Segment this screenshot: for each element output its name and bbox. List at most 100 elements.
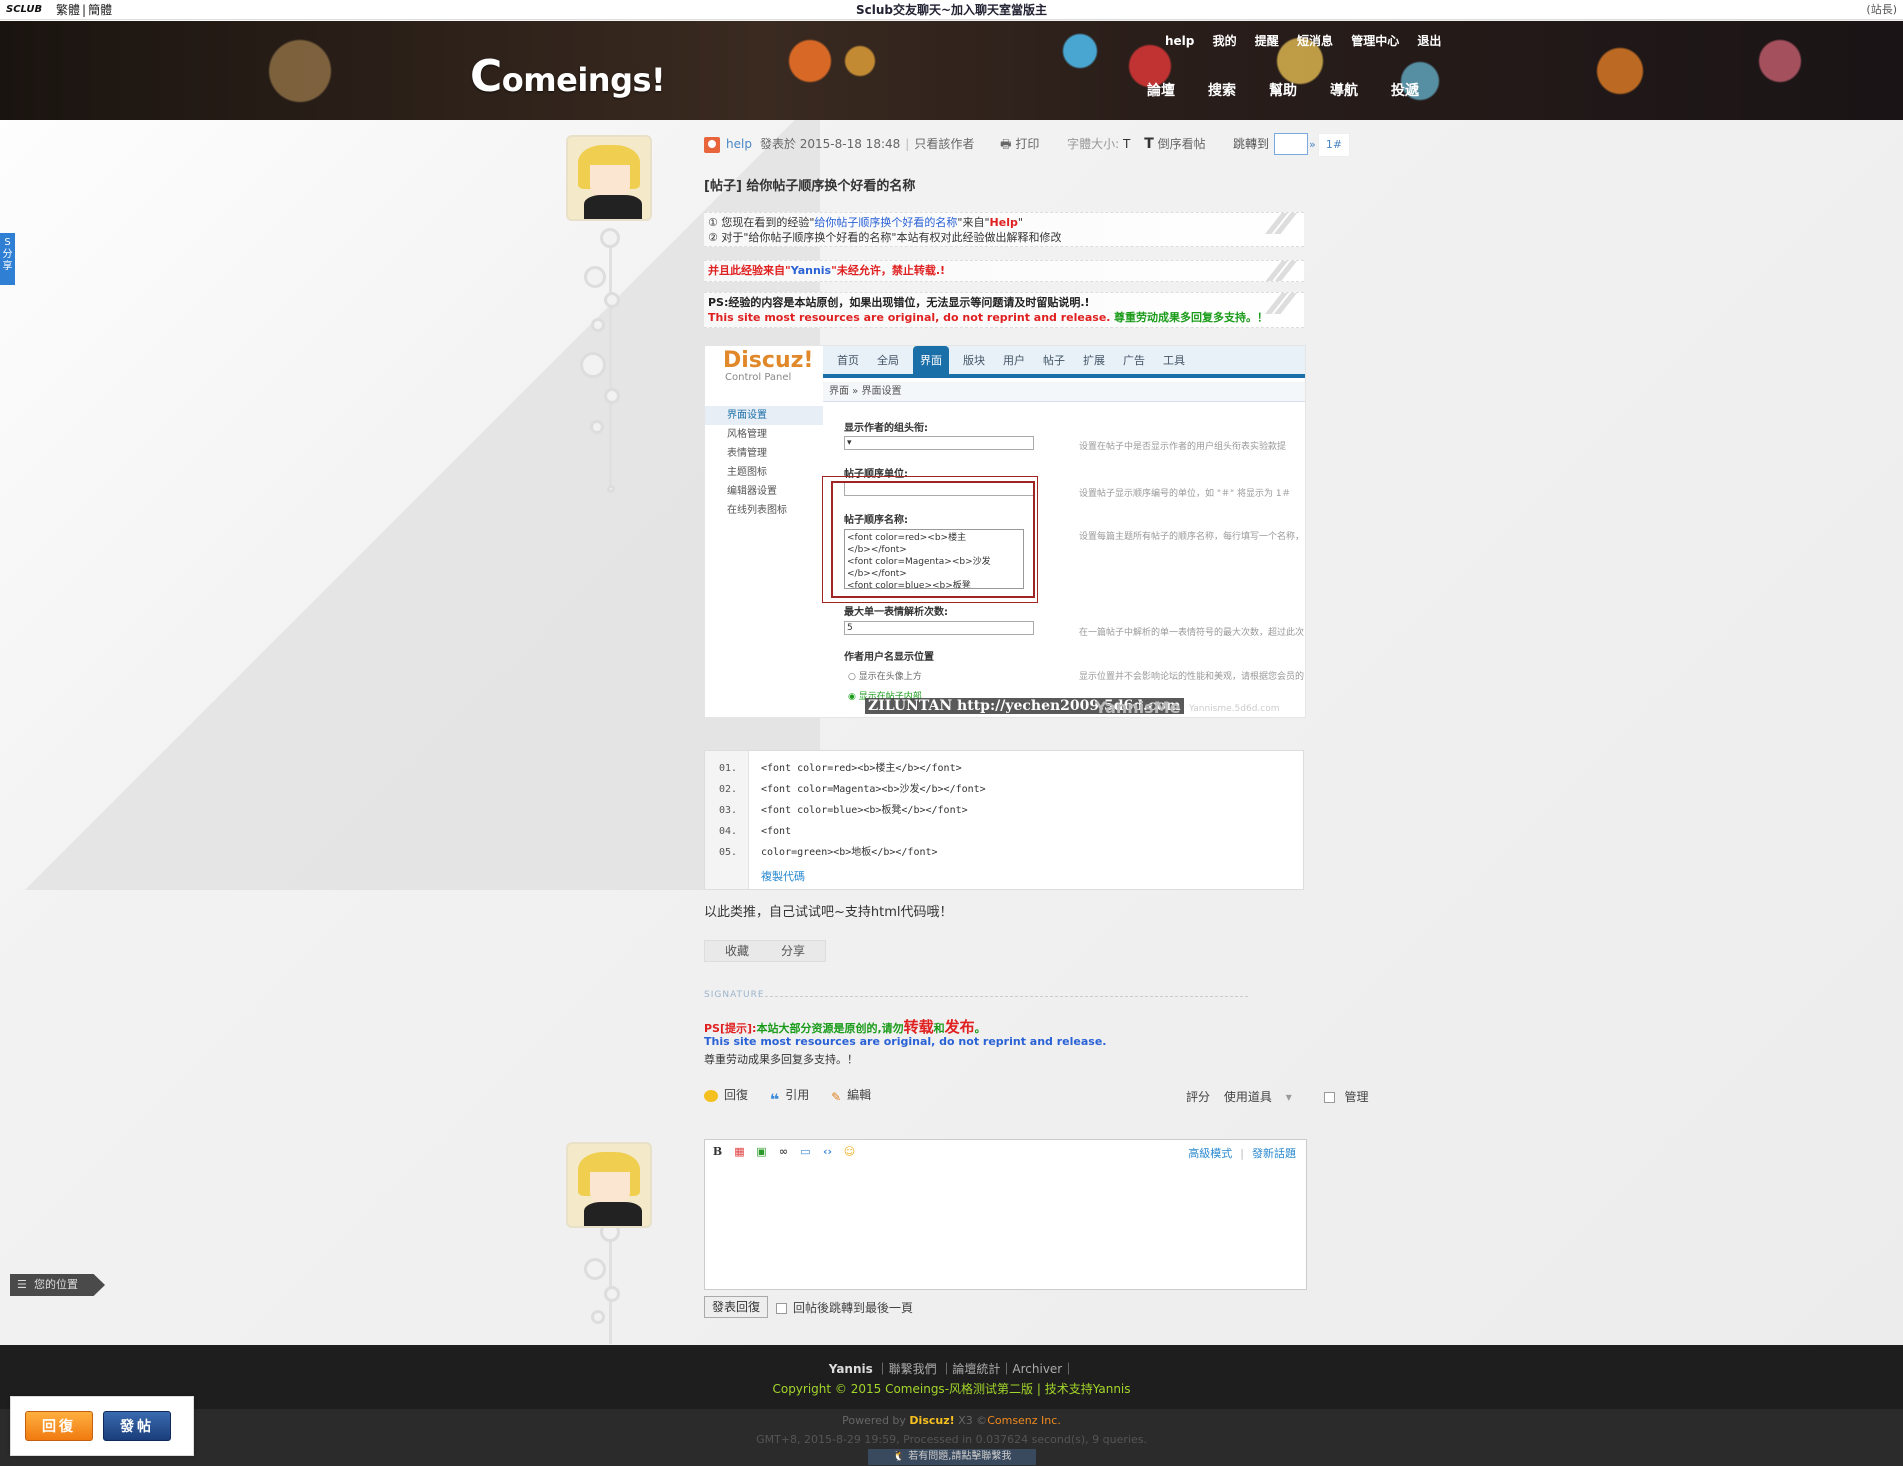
signature-divider <box>760 996 1248 997</box>
timeline-dot <box>600 228 620 248</box>
use-tools-dropdown[interactable]: 使用道具 ▾ <box>1224 1090 1302 1104</box>
jump-last-page-checkbox[interactable] <box>776 1303 787 1314</box>
top-banner-link[interactable]: Sclub交友聊天~加入聊天室當版主 <box>0 0 1903 20</box>
pencil-icon: ✎ <box>831 1089 842 1104</box>
code-block: 01. <font color=red><b>楼主</b></font> 02. <… <box>704 750 1304 890</box>
post-date: 發表於 2015-8-18 18:48 <box>759 137 901 151</box>
reply-action[interactable]: 回復 <box>704 1086 748 1103</box>
user-nav-help[interactable]: help <box>1165 34 1194 48</box>
post-body-text: 以此类推，自己试试吧~支持html代码哦！ <box>704 905 953 920</box>
quote-icon: ❝ <box>769 1089 780 1109</box>
top-bar: SCLUB 繁體 | 簡體 Sclub交友聊天~加入聊天室當版主 (站長) <box>0 0 1903 20</box>
your-location-button[interactable]: 您的位置 <box>10 1274 105 1296</box>
new-topic-link[interactable]: 發新話題 <box>1252 1147 1296 1160</box>
floor-number[interactable]: 1# <box>1318 133 1350 157</box>
user-nav-logout[interactable]: 退出 <box>1417 34 1441 48</box>
code-line: 02. <font color=Magenta><b>沙发</b></font> <box>719 784 986 795</box>
color-icon[interactable]: ▦ <box>733 1145 746 1158</box>
timeline-dot <box>604 1286 620 1302</box>
timeline-line <box>609 230 612 490</box>
timeline-dot <box>607 485 615 493</box>
font-size-label: 字體大小: T <box>1067 137 1131 151</box>
advanced-mode-link[interactable]: 高級模式 <box>1188 1147 1232 1160</box>
nav-guide[interactable]: 導航 <box>1330 80 1391 100</box>
favorite-button[interactable]: 收藏 <box>725 941 749 961</box>
link-icon[interactable]: ∞ <box>777 1145 790 1158</box>
submit-reply-button[interactable]: 發表回復 <box>704 1296 768 1318</box>
font-small-button[interactable]: T <box>1123 137 1130 151</box>
discuz-link[interactable]: Discuz! <box>909 1414 954 1427</box>
nav-help[interactable]: 幫助 <box>1269 80 1330 100</box>
footer-main: Yannis ｜聯繫我們 ｜論壇統計｜Archiver｜ Copyright ©… <box>0 1345 1903 1409</box>
manage-checkbox[interactable] <box>1323 1092 1335 1103</box>
quick-reply-editor[interactable]: B ▦ ▣ ∞ ▭ ‹› ☺ 高級模式 | 發新話題 <box>704 1139 1307 1290</box>
nav-forum[interactable]: 論壇 <box>1147 80 1208 100</box>
timeline-dot <box>580 352 606 378</box>
qq-contact-button[interactable]: 🐧 若有問題,請點擊聯繫我 <box>868 1449 1036 1465</box>
source-author-link[interactable]: Help <box>990 216 1018 229</box>
editor-toolbar: B ▦ ▣ ∞ ▭ ‹› ☺ <box>711 1144 865 1162</box>
timeline-dot <box>584 1258 606 1280</box>
copy-code-link[interactable]: 複製代碼 <box>761 868 805 884</box>
code-line: 05. color=green><b>地板</b></font> <box>719 847 938 858</box>
footer-links[interactable]: 聯繫我們 ｜論壇統計｜Archiver｜ <box>889 1362 1075 1376</box>
timeline-dot <box>591 1310 605 1324</box>
discuz-screenshot-image: Discuz! Control Panel 首页 全局 界面 版块 用户 帖子 扩展 广告 工具… <box>704 345 1306 718</box>
author-avatar[interactable] <box>566 135 652 221</box>
main-nav: 論壇 搜索 幫助 導航 投遞 <box>1147 80 1452 100</box>
quote-action[interactable]: ❝ 引用 <box>769 1086 809 1109</box>
signature-label: SIGNATURE <box>704 990 765 1000</box>
current-user-avatar[interactable] <box>566 1142 652 1228</box>
code-line: 03. <font color=blue><b>板凳</b></font> <box>719 805 968 816</box>
user-nav-admin[interactable]: 管理中心 <box>1351 34 1399 48</box>
jump-go-button[interactable]: » <box>1309 138 1316 151</box>
share-button[interactable]: 分享 <box>781 941 805 961</box>
experience-link[interactable]: 给你帖子顺序换个好看的名称 <box>814 216 957 229</box>
editor-links: 高級模式 | 發新話題 <box>1188 1147 1296 1160</box>
bold-icon[interactable]: B <box>711 1145 724 1158</box>
nav-search[interactable]: 搜索 <box>1208 80 1269 100</box>
user-nav-mine[interactable]: 我的 <box>1213 34 1237 48</box>
share-side-tab[interactable]: S 分享 <box>0 233 15 285</box>
smiley-icon[interactable]: ☺ <box>843 1145 856 1158</box>
only-author-link[interactable]: 只看該作者 <box>914 137 974 151</box>
footer-name-link[interactable]: Yannis <box>829 1362 873 1376</box>
float-post-button[interactable]: 發帖 <box>103 1411 171 1441</box>
footer-stats: GMT+8, 2015-8-29 19:59, Processed in 0.0… <box>756 1433 1147 1446</box>
timeline-dot <box>604 292 620 308</box>
manage-toggle[interactable]: 管理 <box>1323 1090 1379 1104</box>
signature-line-2: This site most resources are original, d… <box>704 1035 1107 1048</box>
background-decoration <box>0 120 820 890</box>
float-reply-button[interactable]: 回復 <box>25 1411 93 1441</box>
timeline-dot <box>584 266 606 288</box>
chevron-down-icon: ▾ <box>1285 1090 1292 1104</box>
qq-penguin-icon: 🐧 <box>892 1451 909 1462</box>
jump-floor-input[interactable] <box>1274 133 1308 155</box>
user-nav-messages[interactable]: 短消息 <box>1297 34 1333 48</box>
copyright-notice-box: ⁄⁄ 并且此经验来自"Yannis"未经允许，禁止转载.! <box>704 260 1304 282</box>
top-right-link[interactable]: (站長) <box>1866 0 1897 20</box>
jump-label: 跳轉到 <box>1233 137 1270 151</box>
edit-action[interactable]: ✎ 編輯 <box>831 1086 871 1104</box>
reverse-order-link[interactable]: T 倒序看帖 <box>1144 136 1205 152</box>
site-logo[interactable]: Comeings! <box>470 51 666 102</box>
footer-powered: Powered by Discuz! X3 ©Comsenz Inc. GMT+… <box>0 1409 1903 1466</box>
print-link[interactable]: 🖶 打印 <box>1000 137 1039 151</box>
code-icon[interactable]: ‹› <box>821 1145 834 1158</box>
rate-link[interactable]: 評分 <box>1186 1090 1210 1104</box>
user-icon <box>704 136 720 153</box>
author-link[interactable]: help <box>726 137 752 151</box>
post-actions-right: 評分 使用道具 ▾ 管理 <box>1186 1088 1389 1105</box>
quote-icon[interactable]: ▭ <box>799 1145 812 1158</box>
image-icon[interactable]: ▣ <box>755 1145 768 1158</box>
jump-last-page-option[interactable]: 回帖後跳轉到最後一頁 <box>776 1299 913 1316</box>
comsenz-link[interactable]: Comsenz Inc. <box>987 1414 1061 1427</box>
post-title: [帖子] 给你帖子顺序换个好看的名称 <box>704 179 916 194</box>
user-nav-notices[interactable]: 提醒 <box>1255 34 1279 48</box>
floating-action-panel: 回復 發帖 <box>10 1396 194 1456</box>
nav-submit[interactable]: 投遞 <box>1391 80 1452 100</box>
timeline-dot <box>591 318 605 332</box>
code-line: 04. <font <box>719 826 792 837</box>
signature-line-3: 尊重劳动成果多回复多支持。！ <box>704 1053 858 1066</box>
timeline-dot <box>590 420 604 434</box>
